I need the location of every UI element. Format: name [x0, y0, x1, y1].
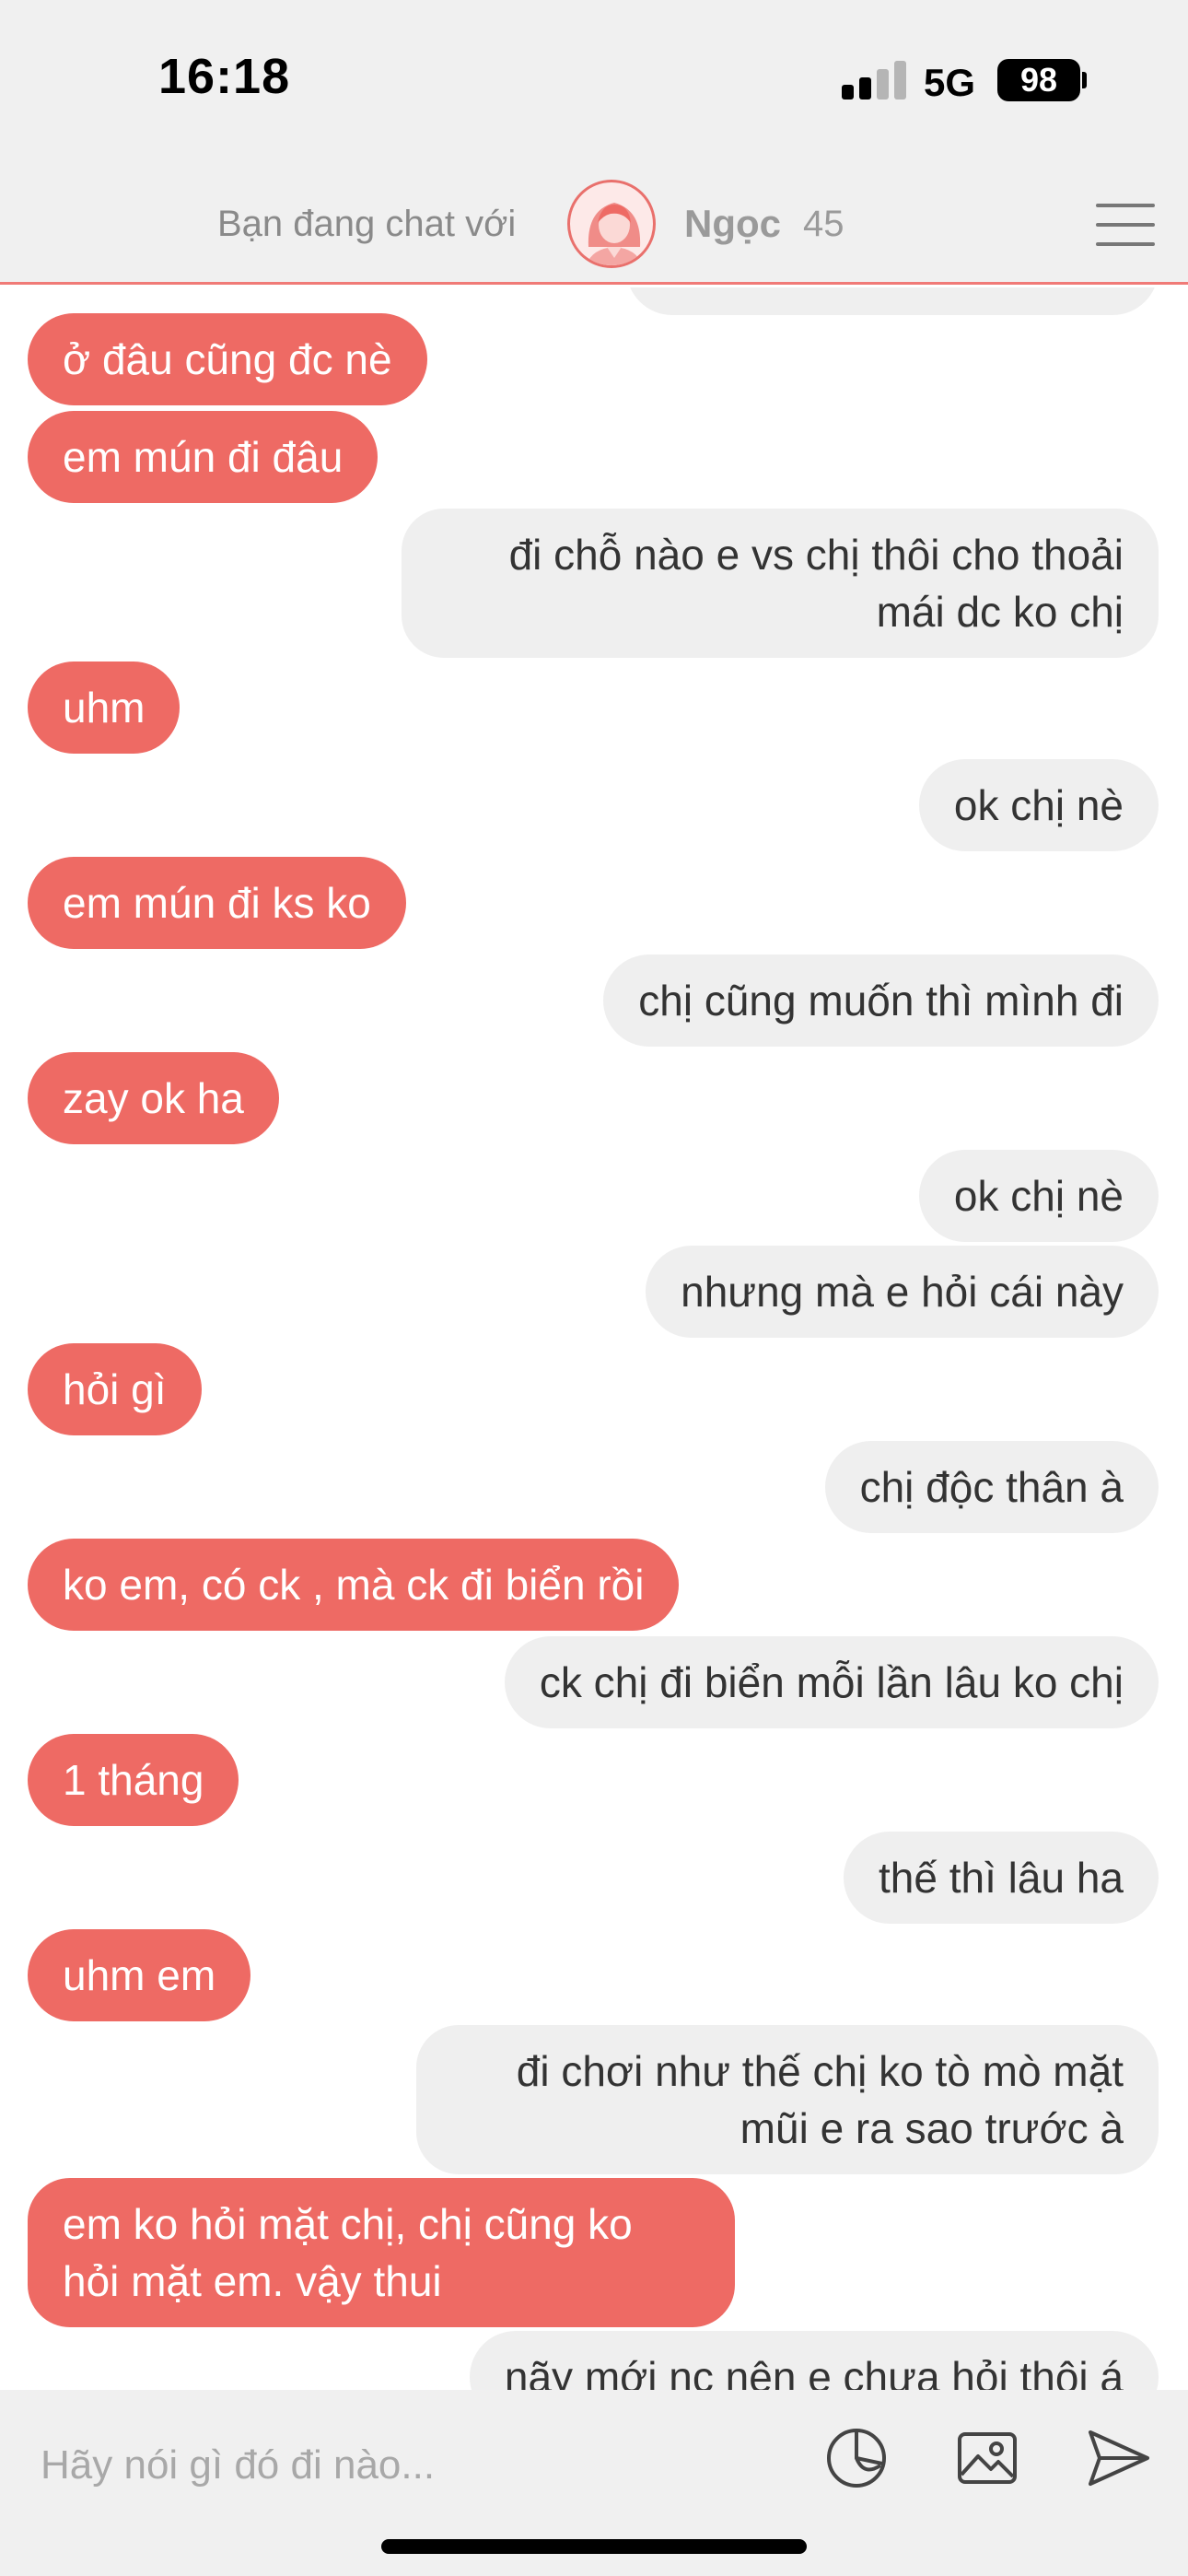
- message-bubble: ở đâu cũng đc nè: [28, 313, 427, 405]
- message-input[interactable]: [41, 2429, 759, 2502]
- chatting-with-label: Bạn đang chat với: [217, 204, 517, 244]
- message-bubble: em mún đi đâu: [28, 411, 379, 503]
- sticker-icon-graphic: [827, 2429, 886, 2488]
- partner-name[interactable]: Ngọc: [684, 202, 781, 246]
- message-bubble: ck chị đi biển mỗi lần lâu ko chị: [504, 1636, 1159, 1728]
- chat-header: Bạn đang chat với Ngọc 45: [0, 161, 1188, 285]
- battery-icon: 98: [997, 59, 1080, 101]
- message-bubble: ok chị nè: [918, 1150, 1159, 1242]
- message-bubble: em mún đi ks ko: [28, 857, 406, 949]
- message-list[interactable]: ở đâu cũng đc nè em mún đi đâu đi chỗ nà…: [0, 287, 1188, 2390]
- partner-age: 45: [803, 204, 844, 244]
- cellular-signal-icon: [842, 61, 906, 100]
- message-bubble: uhm: [28, 662, 181, 754]
- status-time: 16:18: [158, 49, 291, 104]
- message-bubble: nhưng mà e hỏi cái này: [646, 1246, 1159, 1338]
- status-bar: 16:18 5G 98: [0, 0, 1188, 161]
- message-bubble: em ko hỏi mặt chị, chị cũng ko hỏi mặt e…: [28, 2178, 735, 2327]
- message-bubble: zay ok ha: [28, 1052, 279, 1144]
- message-bubble: đi chỗ nào e vs chị thôi cho thoải mái d…: [402, 509, 1159, 658]
- message-bubble: thế thì lâu ha: [844, 1832, 1159, 1924]
- send-icon-graphic: [1089, 2430, 1149, 2486]
- message-bubble: 1 tháng: [28, 1734, 239, 1826]
- message-bubble: uhm em: [28, 1929, 251, 2021]
- hamburger-menu-icon[interactable]: [1096, 202, 1155, 248]
- message-bubble: nãy mới nc nên e chưa hỏi thôi á: [469, 2331, 1159, 2390]
- sticker-icon[interactable]: [821, 2423, 891, 2493]
- home-indicator[interactable]: [381, 2539, 807, 2554]
- message-bubble: đi chơi như thế chị ko tò mò mặt mũi e r…: [416, 2025, 1159, 2174]
- message-bubble: hỏi gì: [28, 1343, 202, 1435]
- image-icon[interactable]: [952, 2423, 1022, 2493]
- message-bubble-partial: [626, 287, 1159, 315]
- battery-tip: [1082, 72, 1087, 88]
- message-bubble: ok chị nè: [918, 759, 1159, 851]
- send-icon[interactable]: [1083, 2423, 1153, 2493]
- message-bubble: ko em, có ck , mà ck đi biển rồi: [28, 1539, 680, 1631]
- female-avatar-icon[interactable]: [567, 180, 656, 268]
- avatar-graphic: [586, 203, 643, 265]
- message-bubble: chị cũng muốn thì mình đi: [603, 954, 1159, 1047]
- network-type: 5G: [924, 61, 976, 104]
- image-icon-graphic: [958, 2432, 1017, 2484]
- message-bubble: chị độc thân à: [824, 1441, 1159, 1533]
